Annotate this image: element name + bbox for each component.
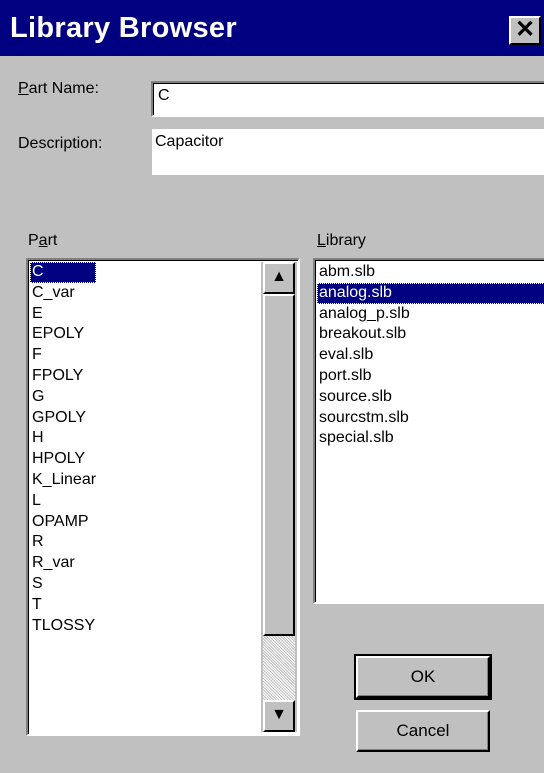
part-name-label: Part Name: — [18, 80, 99, 97]
part-list: C C_var E EPOLY F FPOLY G GPOLY H HPOLY K_Linear L O… — [30, 262, 97, 637]
cancel-button[interactable]: Cancel — [356, 710, 490, 752]
library-list-label: Library — [317, 232, 366, 249]
part-list-item[interactable]: F — [30, 345, 96, 366]
part-list-item[interactable]: R — [30, 532, 96, 553]
scrollbar-thumb[interactable] — [263, 294, 295, 636]
title-bar: Library Browser ✕ — [0, 0, 544, 56]
part-list-item[interactable]: H — [30, 428, 96, 449]
description-value: Capacitor — [155, 133, 224, 150]
library-list-item[interactable]: special.slb — [317, 428, 544, 449]
scroll-down-icon[interactable]: ▼ — [263, 700, 295, 732]
library-list-item[interactable]: abm.slb — [317, 262, 544, 283]
part-list-item[interactable]: T — [30, 595, 96, 616]
library-listbox[interactable]: abm.slb analog.slb analog_p.slb breakout.sl… — [313, 258, 544, 604]
library-list: abm.slb analog.slb analog_p.slb breakout.sl… — [317, 262, 544, 449]
close-icon[interactable]: ✕ — [509, 16, 541, 45]
part-list-scrollbar[interactable]: ▲ ▼ — [261, 262, 297, 732]
part-name-value: C — [158, 87, 170, 104]
library-list-item[interactable]: breakout.slb — [317, 324, 544, 345]
part-list-item[interactable]: OPAMP — [30, 512, 96, 533]
part-list-item[interactable]: E — [30, 304, 96, 325]
part-list-item[interactable]: EPOLY — [30, 324, 96, 345]
part-list-item[interactable]: L — [30, 491, 96, 512]
part-list-item[interactable]: GPOLY — [30, 408, 96, 429]
part-list-item[interactable]: FPOLY — [30, 366, 96, 387]
part-list-item[interactable]: C — [30, 262, 97, 283]
part-listbox[interactable]: C C_var E EPOLY F FPOLY G GPOLY H HPOLY K_Linear L O… — [26, 258, 300, 736]
part-list-item[interactable]: K_Linear — [30, 470, 96, 491]
library-list-item[interactable]: source.slb — [317, 387, 544, 408]
library-list-item[interactable]: analog_p.slb — [317, 304, 544, 325]
part-list-item[interactable]: TLOSSY — [30, 616, 96, 637]
library-list-item[interactable]: eval.slb — [317, 345, 544, 366]
library-list-item[interactable]: port.slb — [317, 366, 544, 387]
library-list-item[interactable]: sourcstm.slb — [317, 408, 544, 429]
part-list-label: Part — [28, 232, 58, 249]
description-label: Description: — [18, 135, 103, 152]
ok-button[interactable]: OK — [354, 654, 492, 700]
scrollbar-track[interactable] — [263, 636, 295, 700]
part-list-item[interactable]: HPOLY — [30, 449, 96, 470]
description-field: Capacitor — [152, 129, 544, 175]
part-list-item[interactable]: R_var — [30, 553, 96, 574]
library-list-item[interactable]: analog.slb — [317, 282, 544, 304]
part-name-input[interactable]: C — [151, 81, 544, 117]
part-list-item[interactable]: G — [30, 387, 96, 408]
part-list-item[interactable]: C_var — [30, 283, 96, 304]
window-title: Library Browser — [10, 12, 237, 44]
scroll-up-icon[interactable]: ▲ — [263, 262, 295, 294]
part-list-item[interactable]: S — [30, 574, 96, 595]
